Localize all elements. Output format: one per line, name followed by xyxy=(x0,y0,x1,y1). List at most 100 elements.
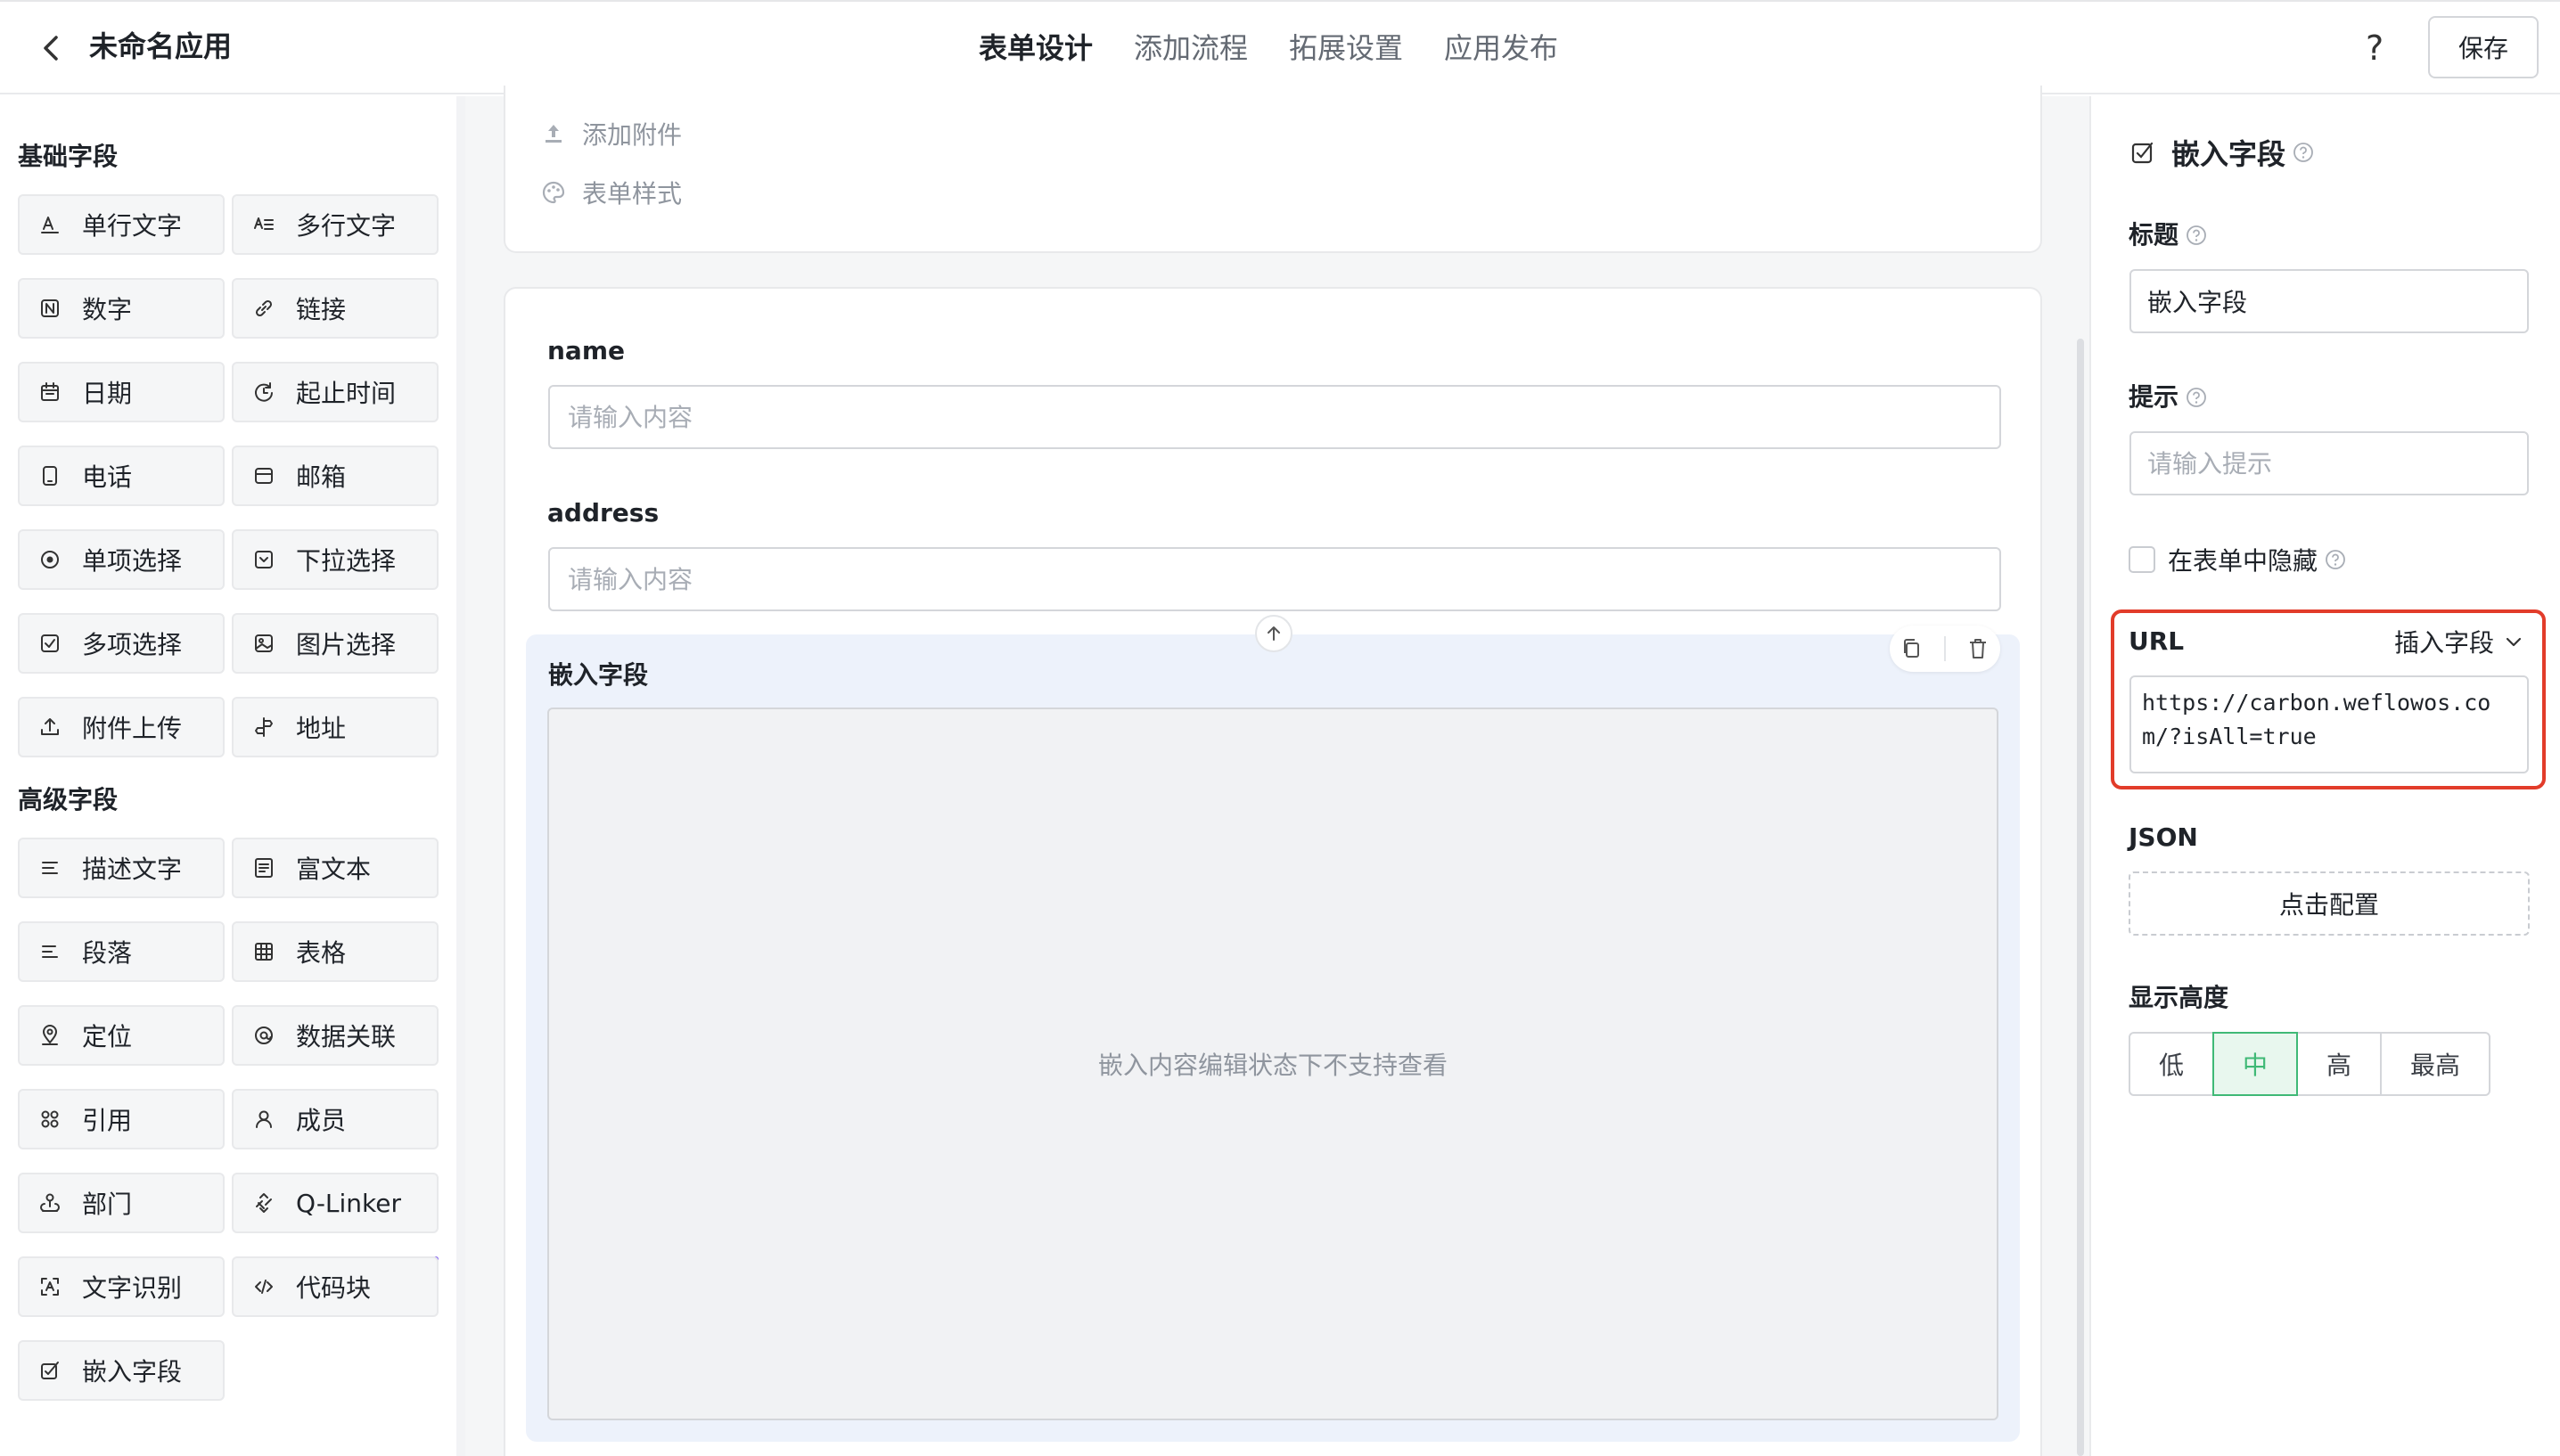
tab-extension-settings[interactable]: 拓展设置 xyxy=(1289,23,1403,94)
sidebar-advanced-field-12[interactable]: 代码块 xyxy=(232,1256,439,1317)
field-button-label: 数据关联 xyxy=(296,1022,397,1051)
field-button-label: 链接 xyxy=(296,295,347,324)
sidebar-field-10[interactable]: 下拉选择 xyxy=(232,529,439,590)
height-option-highest[interactable]: 最高 xyxy=(2380,1032,2490,1096)
question-icon[interactable] xyxy=(2186,387,2207,408)
sidebar-advanced-field-11[interactable]: 文字识别 xyxy=(18,1256,225,1317)
upload-icon xyxy=(37,715,62,740)
save-button[interactable]: 保存 xyxy=(2428,16,2539,78)
field-button-label: 描述文字 xyxy=(82,855,183,884)
sidebar-advanced-field-3[interactable]: 段落 xyxy=(18,921,225,982)
json-config-button[interactable]: 点击配置 xyxy=(2129,871,2530,936)
field-button-label: 引用 xyxy=(82,1106,133,1135)
department-icon xyxy=(37,1190,62,1215)
sidebar-field-6[interactable]: 起止时间 xyxy=(232,362,439,422)
copy-icon[interactable] xyxy=(1899,635,1925,662)
field-button-label: 图片选择 xyxy=(296,630,397,659)
sidebar-scrollbar[interactable] xyxy=(456,96,465,1456)
sidebar-advanced-field-13[interactable]: 嵌入字段 xyxy=(18,1340,225,1401)
sidebar-advanced-field-5[interactable]: 定位 xyxy=(18,1005,225,1066)
question-icon[interactable] xyxy=(2325,549,2346,570)
url-textarea[interactable]: https://carbon.weflowos.com/?isAll=true xyxy=(2129,675,2529,773)
field-button-label: 多项选择 xyxy=(82,630,183,659)
image-icon xyxy=(251,631,276,656)
field-button-label: 邮箱 xyxy=(296,462,347,492)
description-icon xyxy=(37,855,62,880)
tab-app-publish[interactable]: 应用发布 xyxy=(1444,23,1558,94)
sidebar-advanced-field-2[interactable]: 富文本 xyxy=(232,838,439,898)
insert-field-dropdown[interactable]: 插入字段 xyxy=(2394,624,2524,659)
sidebar-advanced-field-10[interactable]: Q-Linker xyxy=(232,1173,439,1233)
display-height-selector: 低 中 高 最高 xyxy=(2129,1032,2490,1096)
sidebar-advanced-field-7[interactable]: 引用 xyxy=(18,1089,225,1149)
actions-divider xyxy=(1943,636,1946,661)
sidebar-field-11[interactable]: 多项选择 xyxy=(18,613,225,674)
sidebar-advanced-field-9[interactable]: 部门 xyxy=(18,1173,225,1233)
panel-header: 嵌入字段 xyxy=(2129,132,2314,173)
add-attachment-item[interactable]: 添加附件 xyxy=(541,116,682,151)
field-button-label: 电话 xyxy=(82,462,133,492)
canvas-scrollbar[interactable] xyxy=(2077,339,2084,1456)
reference-icon xyxy=(37,1107,62,1132)
sidebar-field-5[interactable]: 日期 xyxy=(18,362,225,422)
sidebar-advanced-field-6[interactable]: 数据关联 xyxy=(232,1005,439,1066)
back-icon[interactable] xyxy=(34,30,70,66)
top-bar: 未命名应用 表单设计 添加流程 拓展设置 应用发布 ? 保存 xyxy=(0,0,2560,94)
move-up-icon[interactable] xyxy=(1255,615,1292,652)
single-line-text-icon xyxy=(37,212,62,237)
address-icon xyxy=(251,715,276,740)
height-option-high[interactable]: 高 xyxy=(2296,1032,2382,1096)
embed-preview-frame: 嵌入内容编辑状态下不支持查看 xyxy=(547,708,1998,1420)
height-option-low[interactable]: 低 xyxy=(2129,1032,2214,1096)
tab-form-design[interactable]: 表单设计 xyxy=(979,23,1093,94)
question-icon[interactable] xyxy=(2186,225,2207,246)
field-button-label: 附件上传 xyxy=(82,714,183,743)
sidebar-advanced-field-8[interactable]: 成员 xyxy=(232,1089,439,1149)
field-button-label: 单行文字 xyxy=(82,211,183,241)
field-button-label: 定位 xyxy=(82,1022,133,1051)
name-input[interactable] xyxy=(548,385,2001,449)
rich-text-icon xyxy=(251,855,276,880)
data-link-icon xyxy=(251,1023,276,1048)
field-button-label: 地址 xyxy=(296,714,347,743)
question-icon[interactable] xyxy=(2293,142,2314,163)
sidebar-field-7[interactable]: 电话 xyxy=(18,446,225,506)
sidebar-field-13[interactable]: 附件上传 xyxy=(18,697,225,757)
field-button-label: 起止时间 xyxy=(296,379,397,408)
sidebar-field-14[interactable]: 地址 xyxy=(232,697,439,757)
help-button[interactable]: ? xyxy=(2366,27,2384,70)
height-option-medium[interactable]: 中 xyxy=(2212,1032,2298,1096)
panel-title: 嵌入字段 xyxy=(2171,137,2286,171)
delete-icon[interactable] xyxy=(1965,635,1991,662)
form-style-item[interactable]: 表单样式 xyxy=(541,175,682,210)
dropdown-icon xyxy=(251,547,276,572)
sidebar-field-8[interactable]: 邮箱 xyxy=(232,446,439,506)
ocr-icon xyxy=(37,1274,62,1299)
sidebar-field-4[interactable]: 链接 xyxy=(232,278,439,339)
field-button-label: 文字识别 xyxy=(82,1273,183,1303)
member-icon xyxy=(251,1107,276,1132)
embed-actions-toolbar xyxy=(1890,626,2000,672)
sidebar-field-9[interactable]: 单项选择 xyxy=(18,529,225,590)
field-button-label: 成员 xyxy=(296,1106,347,1135)
sidebar-field-12[interactable]: 图片选择 xyxy=(232,613,439,674)
mail-icon xyxy=(251,463,276,488)
palette-icon xyxy=(541,180,566,205)
tab-add-workflow[interactable]: 添加流程 xyxy=(1134,23,1248,94)
sidebar-advanced-field-4[interactable]: 表格 xyxy=(232,921,439,982)
radio-icon xyxy=(37,547,62,572)
time-range-icon xyxy=(251,380,276,405)
phone-icon xyxy=(37,463,62,488)
table-icon xyxy=(251,939,276,964)
sidebar-field-1[interactable]: 单行文字 xyxy=(18,194,225,255)
title-input[interactable] xyxy=(2129,269,2529,333)
hint-input[interactable] xyxy=(2129,431,2529,495)
checkbox[interactable] xyxy=(2129,546,2155,573)
sidebar-advanced-field-1[interactable]: 描述文字 xyxy=(18,838,225,898)
sidebar-field-3[interactable]: 数字 xyxy=(18,278,225,339)
checkbox-icon xyxy=(37,631,62,656)
q-linker-icon xyxy=(251,1190,276,1215)
address-input[interactable] xyxy=(548,547,2001,611)
sidebar-field-2[interactable]: 多行文字 xyxy=(232,194,439,255)
hide-in-form-checkbox[interactable]: 在表单中隐藏 xyxy=(2129,542,2346,577)
